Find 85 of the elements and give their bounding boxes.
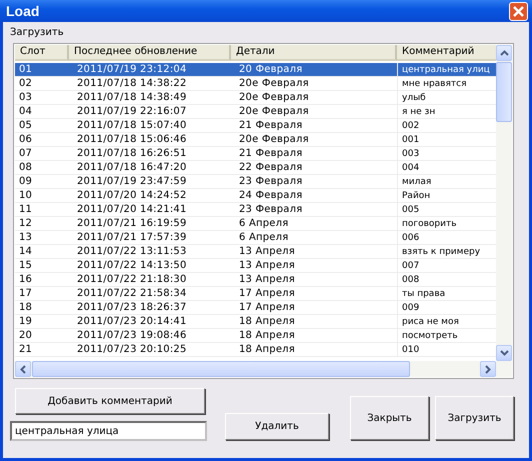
table-cell-text: 13 [18, 231, 34, 244]
table-cell-text: 23 Февраля [238, 203, 304, 216]
scroll-left-button[interactable] [15, 361, 31, 377]
table-cell-text: 12 [18, 217, 34, 230]
table-cell-text: 18 [18, 301, 34, 314]
table-cell-text: 24 Февраля [238, 189, 304, 202]
table-cell-text: 20е Февраля [238, 77, 310, 90]
table-cell-text: 6 Апреля [238, 217, 290, 230]
table-cell-text: 20е Февраля [238, 105, 310, 118]
table-cell-text: 20 [18, 329, 34, 342]
table-cell-text: 2011/07/22 21:18:30 [76, 273, 188, 286]
table-cell-text: 21 Февраля [238, 147, 304, 160]
table-cell-text: 18 Апреля [238, 315, 296, 328]
table-cell-text: 03 [18, 91, 34, 104]
table-cell-text: 22 Февраля [238, 161, 304, 174]
column-header[interactable]: Слот [15, 45, 69, 61]
scroll-up-button[interactable] [496, 45, 512, 61]
window-title: Load [6, 3, 40, 19]
table-row[interactable]: 01 2011/07/19 23:12:04 20 Февраля центральная улиц [15, 63, 496, 77]
vertical-scrollbar[interactable] [496, 45, 512, 361]
table-cell-text: 2011/07/22 21:58:34 [76, 287, 188, 300]
table-cell-text: 18 Апреля [238, 329, 296, 342]
table-cell-text: 19 [18, 315, 34, 328]
table-cell-text: 2011/07/21 17:57:39 [76, 231, 188, 244]
horizontal-scrollbar[interactable] [15, 361, 512, 377]
table-cell-text: 2011/07/20 14:24:52 [76, 189, 188, 202]
close-dialog-button[interactable]: Закрыть [350, 396, 430, 440]
table-cell-text: 11 [18, 203, 34, 216]
column-header[interactable]: Детали [231, 45, 397, 61]
table-cell-text: 2011/07/23 20:10:25 [76, 343, 188, 356]
column-header[interactable]: Комментарий [397, 45, 496, 61]
add-comment-button[interactable]: Добавить комментарий [15, 388, 205, 414]
table-cell-text: 17 Апреля [238, 301, 296, 314]
table-cell-text: 13 Апреля [238, 259, 296, 272]
table-cell-text: 2011/07/18 14:38:22 [76, 77, 188, 90]
table-cell-text: 08 [18, 161, 34, 174]
scroll-thumb[interactable] [496, 62, 512, 122]
table-cell-text: 2011/07/20 14:21:41 [76, 203, 188, 216]
close-icon [512, 4, 525, 18]
group-label: Загрузить [10, 27, 65, 40]
table-cell-text: 2011/07/23 20:14:41 [76, 315, 188, 328]
table-cell-text: 20е Февраля [238, 91, 310, 104]
table-cell-text: 05 [18, 119, 34, 132]
table-cell-text: 2011/07/23 19:08:46 [76, 329, 188, 342]
table-cell-text: 2011/07/18 16:47:20 [76, 161, 188, 174]
table-cell-text: 18 Апреля [238, 343, 296, 356]
table-cell-text: 04 [18, 105, 34, 118]
table-cell-text: 17 [18, 287, 34, 300]
table-cell-text: 10 [18, 189, 34, 202]
table-cell-text: 2011/07/22 14:13:50 [76, 259, 188, 272]
load-button[interactable]: Загрузить [435, 396, 514, 440]
delete-button[interactable]: Удалить [225, 413, 330, 440]
table-cell-text: 2011/07/22 13:11:53 [76, 245, 188, 258]
table-cell-text: 2011/07/18 16:26:51 [76, 147, 188, 160]
scroll-down-button[interactable] [496, 345, 512, 361]
table-cell-text: 13 Апреля [238, 245, 296, 258]
table-cell-text: 2011/07/21 16:19:59 [76, 217, 188, 230]
table-cell-text: 21 [18, 343, 34, 356]
table-cell-text: 2011/07/18 15:07:40 [76, 119, 188, 132]
table-cell-text: 02 [18, 77, 34, 90]
table-cell-text: 15 [18, 259, 34, 272]
table-cell-text: 06 [18, 133, 34, 146]
close-button[interactable] [509, 2, 528, 20]
table-cell-text: 09 [18, 175, 34, 188]
table-cell-text: 2011/07/19 22:16:07 [76, 105, 188, 118]
table-cell-text: 01 [18, 63, 34, 76]
table-cell-text: 07 [18, 147, 34, 160]
table-cell-text: 2011/07/18 15:06:46 [76, 133, 188, 146]
table-cell-text: 2011/07/19 23:12:04 [76, 63, 188, 76]
table-cell-text: 6 Апреля [238, 231, 290, 244]
table-cell-text: 2011/07/19 23:47:59 [76, 175, 188, 188]
table-cell-text: 17 Апреля [238, 287, 296, 300]
scroll-right-button[interactable] [480, 361, 496, 377]
table-cell-text: 20е Февраля [238, 133, 310, 146]
table-cell-text: 13 Апреля [238, 273, 296, 286]
column-header[interactable]: Последнее обновление [69, 45, 231, 61]
table-cell-text: 14 [18, 245, 34, 258]
table-cell-text: 20 Февраля [238, 63, 304, 76]
table-cell-text: 23 Февраля [238, 175, 304, 188]
comment-field[interactable]: центральная улица [10, 421, 207, 441]
table-cell-text: 2011/07/23 18:26:37 [76, 301, 188, 314]
table-cell-text: 2011/07/18 14:38:49 [76, 91, 188, 104]
scroll-thumb[interactable] [32, 361, 410, 377]
table-cell-text: 16 [18, 273, 34, 286]
table-cell-text: 21 Февраля [238, 119, 304, 132]
